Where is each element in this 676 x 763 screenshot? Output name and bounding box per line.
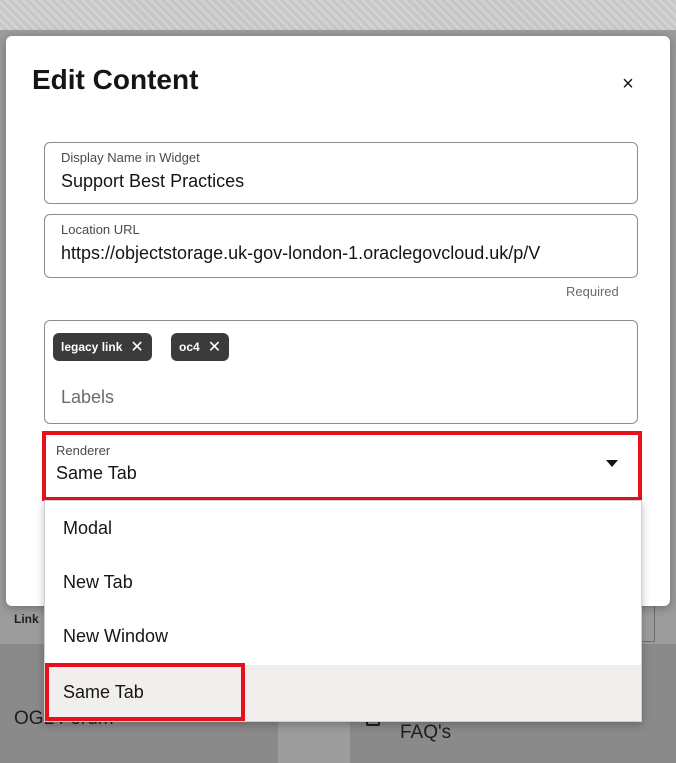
display-name-value[interactable]: Support Best Practices (61, 171, 629, 192)
chip-remove-icon[interactable]: ✕ (130, 337, 143, 357)
location-url-field[interactable]: Location URL https://objectstorage.uk-go… (44, 214, 638, 278)
renderer-option-same-tab[interactable]: Same Tab (45, 665, 641, 721)
location-url-value[interactable]: https://objectstorage.uk-gov-london-1.or… (61, 243, 629, 264)
label-chip-text: legacy link (61, 340, 123, 354)
background-input (640, 600, 655, 642)
renderer-select[interactable]: Renderer Same Tab (42, 431, 642, 501)
label-chip-text: oc4 (179, 340, 200, 354)
renderer-label: Renderer (56, 443, 111, 458)
close-icon[interactable]: × (612, 68, 644, 100)
label-chip: oc4 ✕ (171, 333, 230, 361)
labels-input[interactable]: Labels (61, 387, 114, 408)
label-chip: legacy link ✕ (53, 333, 152, 361)
required-note: Required (566, 284, 619, 299)
renderer-option-new-window[interactable]: New Window (45, 609, 641, 665)
chevron-down-icon[interactable] (606, 460, 618, 467)
display-name-label: Display Name in Widget (61, 150, 200, 165)
dialog-title: Edit Content (32, 64, 199, 95)
chip-remove-icon[interactable]: ✕ (208, 337, 221, 357)
renderer-option-modal[interactable]: Modal (45, 501, 641, 557)
renderer-value: Same Tab (56, 463, 137, 483)
location-url-label: Location URL (61, 222, 140, 237)
background-links-label: Link (14, 612, 39, 626)
renderer-option-new-tab[interactable]: New Tab (45, 555, 641, 611)
background-header-pattern (0, 0, 676, 30)
labels-field[interactable]: legacy link ✕ oc4 ✕ Labels (44, 320, 638, 424)
display-name-field[interactable]: Display Name in Widget Support Best Prac… (44, 142, 638, 204)
renderer-options-list: Modal New Tab New Window Same Tab (44, 500, 642, 722)
background-card-right-title: FAQ's (400, 722, 452, 743)
